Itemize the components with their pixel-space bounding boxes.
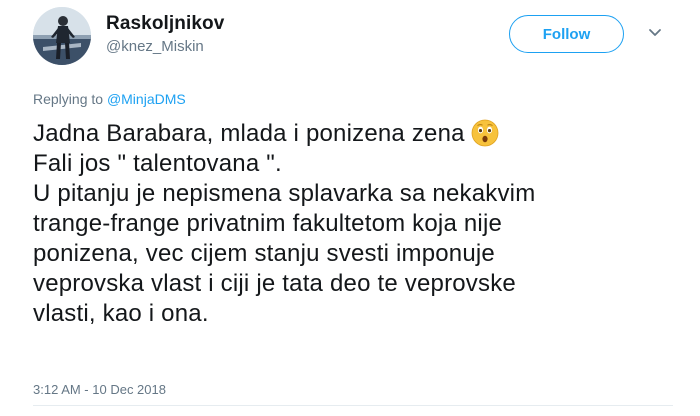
tweet-line: trange-frange privatnim fakultetom koja … — [33, 210, 503, 237]
user-info: Raskoljnikov @knez_Miskin — [106, 12, 224, 57]
profile-photo-icon — [33, 7, 91, 65]
tweet-line-text: Jadna Barabara, mlada i ponizena zena — [33, 120, 465, 147]
reply-context: Replying to @MinjaDMS — [33, 90, 186, 108]
reply-prefix: Replying to — [33, 91, 104, 107]
tweet-line: vlasti, kao i ona. — [33, 300, 209, 327]
tweet-timestamp[interactable]: 3:12 AM - 10 Dec 2018 — [33, 381, 166, 399]
tweet-line: veprovska vlast i ciji je tata deo te ve… — [33, 270, 516, 297]
user-handle[interactable]: @knez_Miskin — [106, 37, 224, 57]
tweet-line: Fali jos " talentovana ". — [33, 150, 282, 177]
follow-button[interactable]: Follow — [509, 15, 624, 53]
avatar[interactable] — [33, 7, 91, 65]
tweet-line: U pitanju je nepismena splavarka sa neka… — [33, 180, 536, 207]
tweet-line: ponizena, vec cijem stanju svesti imponu… — [33, 240, 495, 267]
reply-mention-link[interactable]: @MinjaDMS — [107, 91, 186, 107]
display-name[interactable]: Raskoljnikov — [106, 12, 224, 36]
chevron-down-icon[interactable] — [648, 28, 662, 38]
hushed-face-emoji-icon — [471, 119, 499, 147]
tweet-card: Raskoljnikov @knez_Miskin Follow Replyin… — [0, 0, 700, 416]
tweet-line: Jadna Barabara, mlada i ponizena zena — [33, 119, 673, 149]
tweet-text: Jadna Barabara, mlada i ponizena zena Fa… — [33, 119, 673, 329]
divider — [33, 405, 673, 406]
